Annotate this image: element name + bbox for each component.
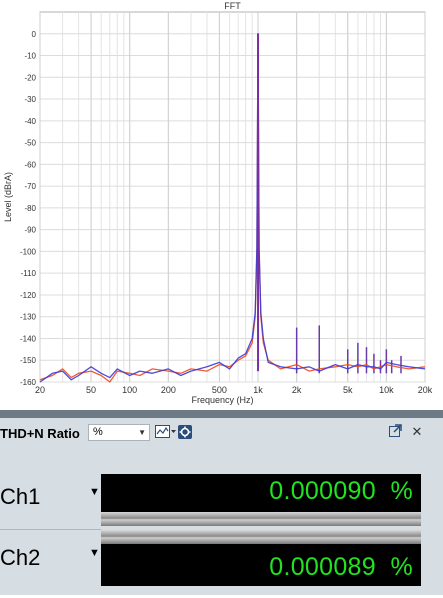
y-tick-label: -110 [21,269,37,278]
y-tick-label: -60 [24,160,36,169]
y-axis-label: Level (dBrA) [3,172,13,222]
channel-label: Ch1 [0,484,41,509]
x-tick-label: 20 [35,385,45,395]
channel-row-ch2: Ch2 ▼ 0.000089 % [0,544,443,598]
readout-value-ch1: 0.000090 % [269,477,413,505]
x-tick-label: 500 [212,385,227,395]
fft-chart[interactable]: 0 -10 -20 -30 -40 -50 -60 -70 -80 -90 -100 -110 -120… [0,0,443,410]
thd-meter-panel: THD+N Ratio % ▼ ✕ Ch1 ▼ 0.000090 % Ch2 ▼… [0,418,443,595]
y-tick-label: -40 [24,117,36,126]
unit-select[interactable]: % ▼ [88,424,150,441]
plot-area [39,11,426,383]
unit-select-value: % [93,426,103,438]
y-tick-label: -30 [24,95,36,104]
level-bar-ch1 [101,512,421,526]
y-tick-label: -150 [20,356,37,365]
x-tick-label: 1k [253,385,263,395]
readout-value-ch2: 0.000089 % [269,553,413,581]
chart-title: FFT [224,1,241,11]
x-tick-label: 5k [343,385,353,395]
x-axis-label: Frequency (Hz) [191,395,253,405]
readout-display-ch2: 0.000089 % [101,544,421,586]
readout-display-ch1: 0.000090 % [101,474,421,512]
y-tick-label: -20 [24,73,36,82]
row-separator [0,529,101,530]
x-tick-label: 50 [86,385,96,395]
close-icon[interactable]: ✕ [409,424,425,440]
level-bar-ch2 [101,530,421,544]
x-tick-label: 10k [379,385,394,395]
graph-icon[interactable] [155,425,177,440]
y-tick-label: 0 [32,30,37,39]
y-tick-label: -100 [20,247,37,256]
x-tick-label: 100 [122,385,137,395]
y-tick-label: -130 [20,313,37,322]
y-tick-label: -140 [20,334,37,343]
y-tick-label: -90 [24,226,36,235]
y-tick-label: -80 [24,204,36,213]
chevron-down-icon[interactable]: ▼ [89,486,100,498]
fft-graph-panel: 0 -10 -20 -30 -40 -50 -60 -70 -80 -90 -100 -110 -120… [0,0,443,410]
y-tick-label: -70 [24,182,36,191]
panel-divider[interactable] [0,410,443,418]
x-tick-label: 200 [161,385,176,395]
meter-title: THD+N Ratio [0,426,80,441]
y-tick-label: -10 [24,52,36,61]
meter-header: THD+N Ratio % ▼ ✕ [0,421,443,445]
gear-icon[interactable] [178,425,192,440]
channel-label: Ch2 [0,545,41,570]
y-tick-label: -50 [24,139,36,148]
x-tick-label: 2k [292,385,302,395]
popout-icon[interactable] [387,424,403,440]
chevron-down-icon[interactable]: ▼ [89,547,100,559]
y-tick-label: -120 [20,291,37,300]
chevron-down-icon: ▼ [138,428,146,437]
x-tick-label: 20k [418,385,433,395]
